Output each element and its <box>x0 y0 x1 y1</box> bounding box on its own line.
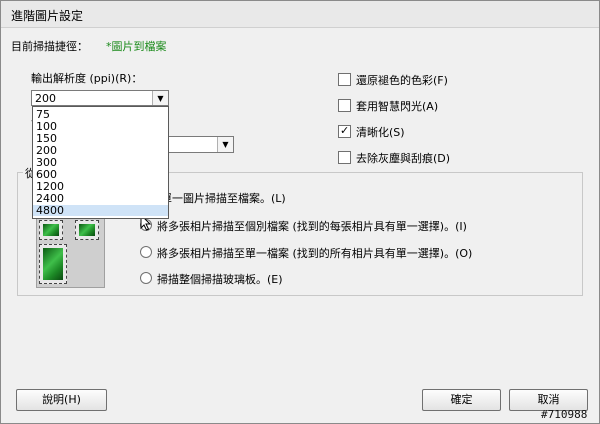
help-button[interactable]: 說明(H) <box>16 389 107 411</box>
watermark-text: #710988 <box>541 408 588 421</box>
resolution-option[interactable]: 2400 <box>36 193 64 204</box>
resolution-option[interactable]: 200 <box>36 145 57 156</box>
restore-faded-color-label: 還原褪色的色彩(F) <box>356 74 448 87</box>
photo-thumbnail <box>39 244 67 284</box>
sharpen-checkbox[interactable]: ✓ <box>338 124 351 138</box>
resolution-option[interactable]: 100 <box>36 121 57 132</box>
restore-faded-color-checkbox[interactable] <box>338 73 351 86</box>
resolution-option[interactable]: 600 <box>36 169 57 180</box>
resolution-option-highlighted[interactable]: 4800 <box>33 205 168 216</box>
multiple-separate-files-label: 將多張相片掃描至個別檔案 (找到的每張相片具有單一選擇)。(I) <box>157 220 467 233</box>
remove-dust-label: 去除灰塵與刮痕(D) <box>356 152 451 165</box>
smart-flash-label: 套用智慧閃光(A) <box>356 100 439 113</box>
resolution-option[interactable]: 75 <box>36 109 50 120</box>
resolution-option[interactable]: 1200 <box>36 181 64 192</box>
smart-flash-checkbox[interactable] <box>338 99 351 112</box>
chevron-down-icon[interactable]: ▼ <box>217 137 233 152</box>
remove-dust-checkbox[interactable] <box>338 151 351 164</box>
resolution-label: 輸出解析度 (ppi)(R)： <box>31 72 143 85</box>
scan-whole-glass-radio[interactable] <box>140 272 152 284</box>
resolution-selected-value: 200 <box>35 92 56 105</box>
photo-thumbnail <box>39 220 63 240</box>
ok-button[interactable]: 確定 <box>422 389 501 411</box>
photo-thumbnail <box>75 220 99 240</box>
resolution-option[interactable]: 150 <box>36 133 57 144</box>
chevron-down-icon[interactable]: ▼ <box>152 91 168 105</box>
scan-path-value: *圖片到檔案 <box>106 40 167 53</box>
single-image-label: 單一圖片掃描至檔案。(L) <box>161 192 286 205</box>
resolution-option[interactable]: 300 <box>36 157 57 168</box>
resolution-select[interactable]: 200 ▼ <box>31 90 169 106</box>
sharpen-label: 清晰化(S) <box>356 126 405 139</box>
window-title: 進階圖片設定 <box>11 9 84 23</box>
resolution-dropdown-list: 75 100 150 200 300 600 1200 2400 4800 <box>32 106 169 219</box>
title-bar[interactable]: 進階圖片設定 <box>1 1 599 28</box>
scan-whole-glass-label: 掃描整個掃描玻璃板。(E) <box>157 273 283 286</box>
checkmark-icon: ✓ <box>340 124 350 137</box>
multiple-single-file-label: 將多張相片掃描至單一檔案 (找到的所有相片具有單一選擇)。(O) <box>157 247 473 260</box>
advanced-picture-settings-dialog: 進階圖片設定 目前掃描捷徑： *圖片到檔案 輸出解析度 (ppi)(R)： 20… <box>0 0 600 424</box>
scan-path-label: 目前掃描捷徑： <box>11 40 88 53</box>
multiple-single-file-radio[interactable] <box>140 246 152 258</box>
